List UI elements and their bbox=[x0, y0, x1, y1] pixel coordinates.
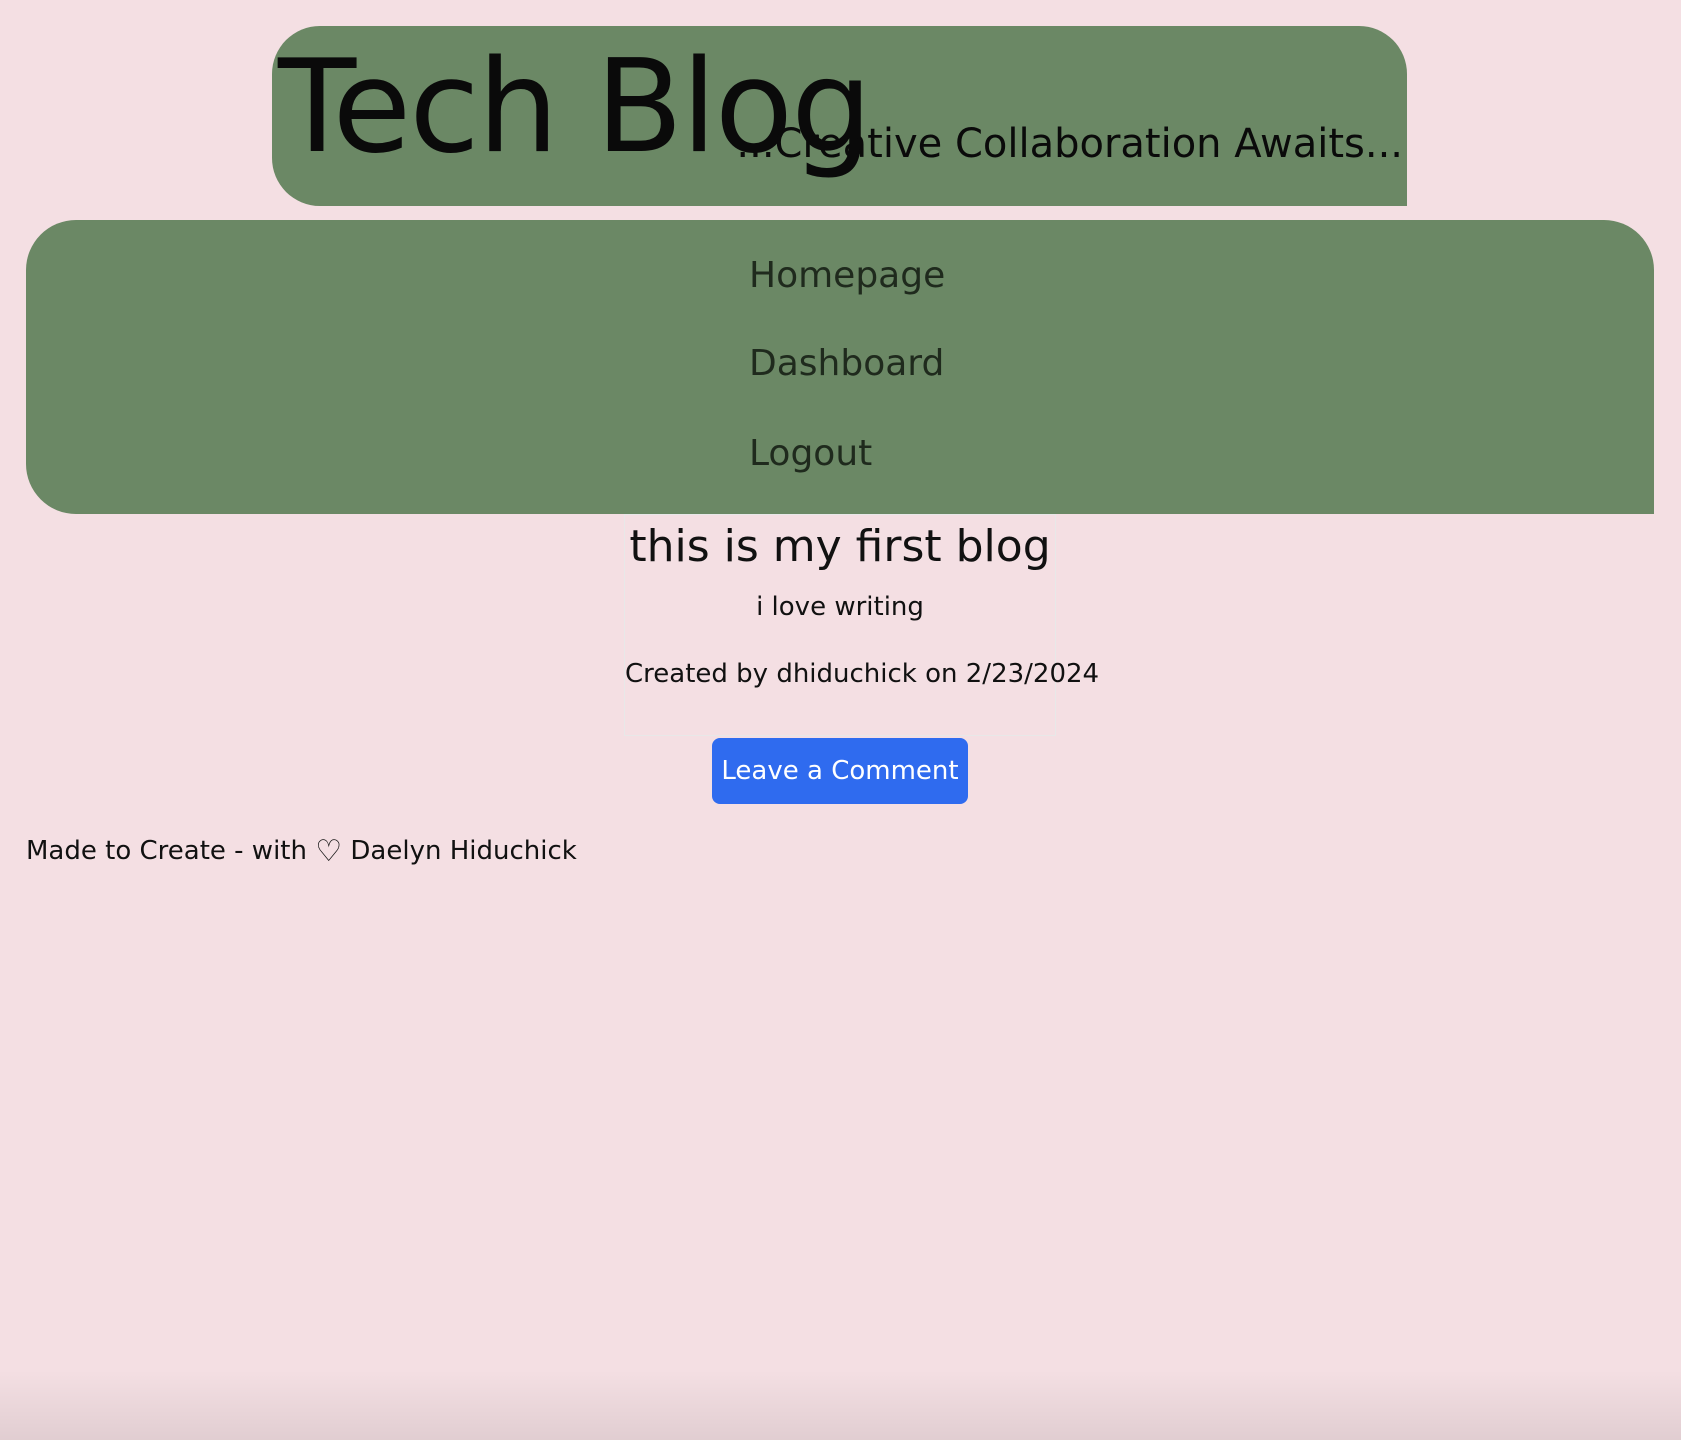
post-card: this is my first blog i love writing Cre… bbox=[624, 514, 1100, 736]
post-title: this is my first blog bbox=[629, 521, 1051, 572]
nav-homepage-link[interactable]: Homepage bbox=[749, 258, 945, 294]
site-footer: Made to Create - with ♡ Daelyn Hiduchick bbox=[26, 836, 577, 867]
leave-comment-button[interactable]: Leave a Comment bbox=[712, 738, 968, 804]
main-nav: Homepage Dashboard Logout bbox=[26, 220, 1654, 514]
site-header: Tech Blog ...Creative Collaboration Awai… bbox=[272, 26, 1407, 206]
site-tagline: ...Creative Collaboration Awaits... bbox=[736, 121, 1403, 167]
nav-logout-link[interactable]: Logout bbox=[749, 436, 872, 472]
viewport-bottom-shade bbox=[0, 1370, 1681, 1440]
post-meta: Created by dhiduchick on 2/23/2024 bbox=[625, 658, 1100, 689]
footer-author: Daelyn Hiduchick bbox=[350, 836, 577, 866]
footer-prefix: Made to Create - with bbox=[26, 836, 307, 866]
page: Tech Blog ...Creative Collaboration Awai… bbox=[0, 0, 1681, 1440]
nav-dashboard-link[interactable]: Dashboard bbox=[749, 346, 944, 382]
post-body: i love writing bbox=[756, 591, 924, 622]
heart-icon: ♡ bbox=[315, 834, 343, 869]
